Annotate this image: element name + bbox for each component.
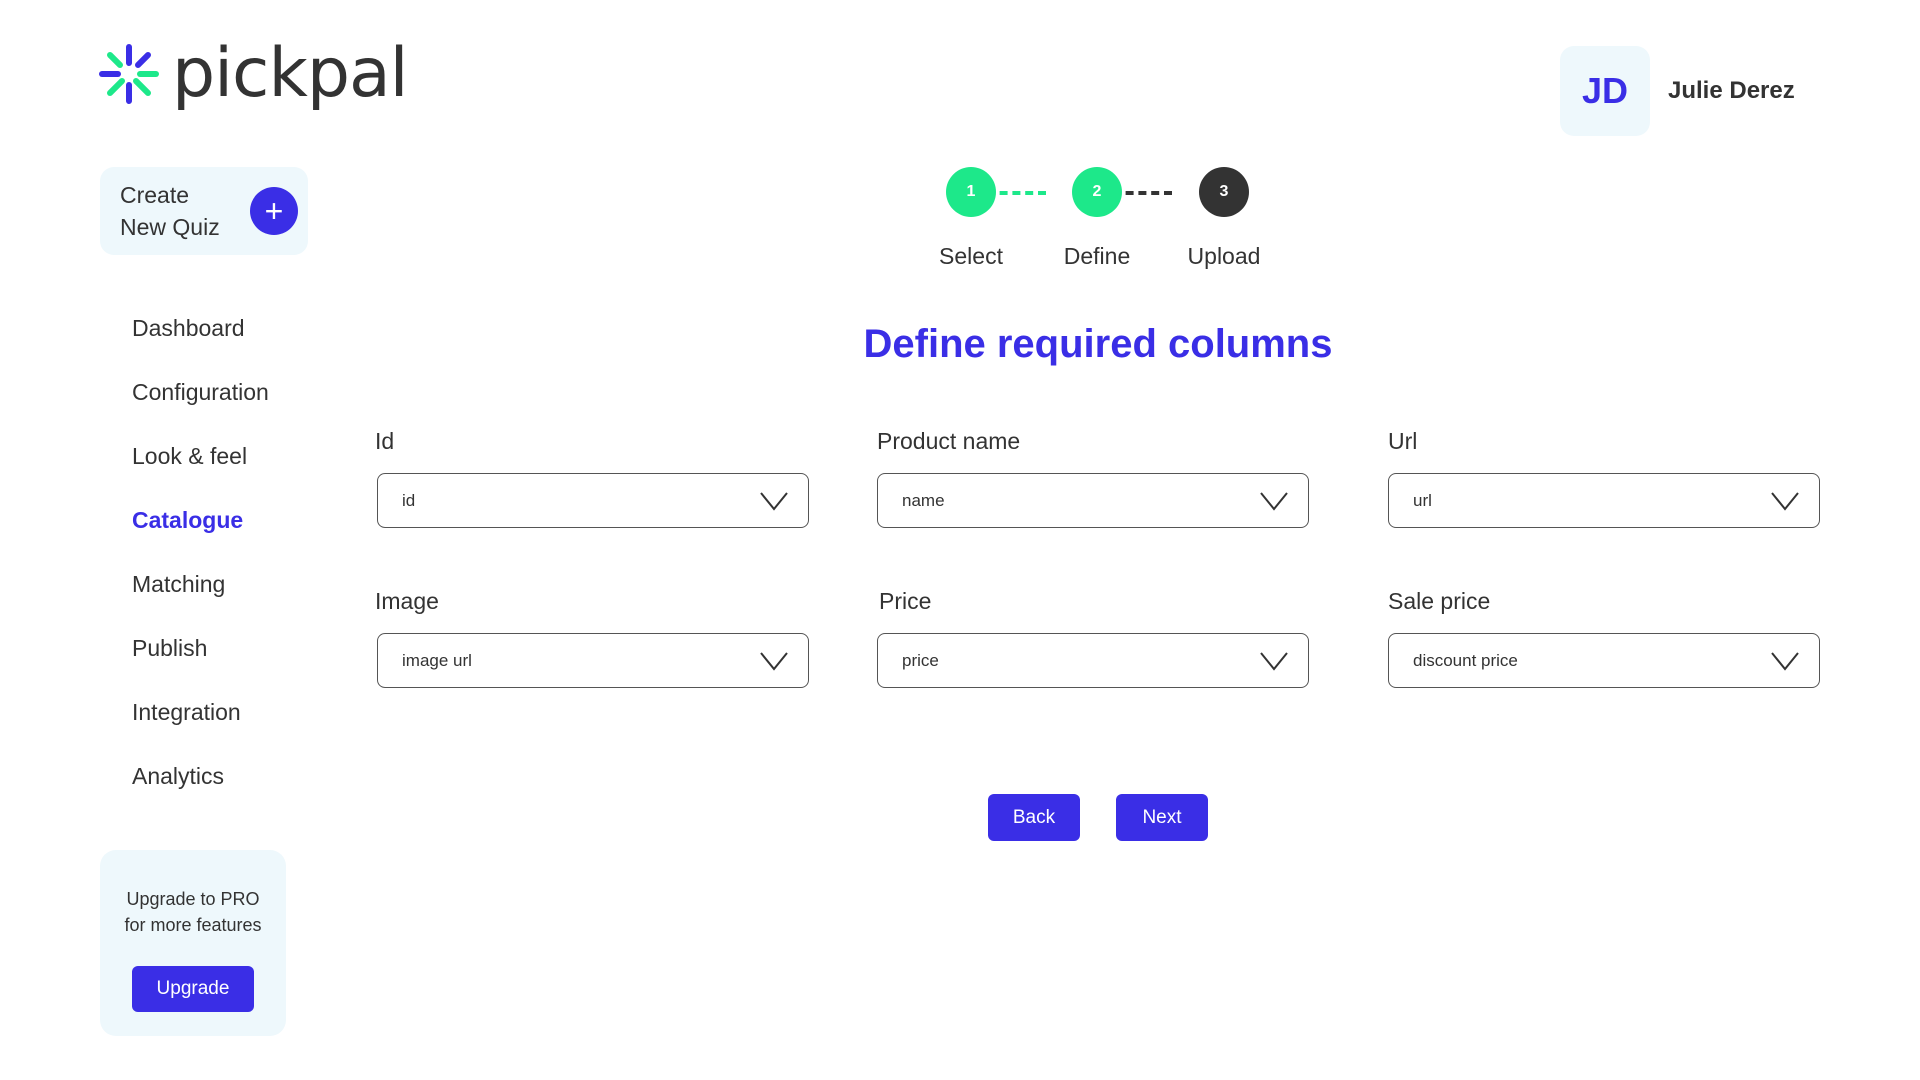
sidebar-item-look-and-feel[interactable]: Look & feel (132, 424, 269, 488)
sidebar-nav: Dashboard Configuration Look & feel Cata… (132, 296, 269, 808)
step-3-label: Upload (1187, 243, 1261, 269)
image-column-select[interactable]: image url (377, 633, 809, 688)
step-3-circle[interactable]: 3 (1199, 167, 1249, 217)
page-title: Define required columns (863, 322, 1333, 366)
url-column-value: url (1413, 490, 1432, 510)
field-price-label: Price (879, 588, 932, 614)
url-column-select[interactable]: url (1388, 473, 1820, 528)
field-url-label: Url (1388, 428, 1418, 454)
field-id-label: Id (375, 428, 395, 454)
user-profile[interactable]: JD Julie Derez (1560, 46, 1795, 136)
price-column-value: price (902, 650, 939, 670)
field-image: Image image url (375, 588, 809, 688)
sidebar-item-catalogue[interactable]: Catalogue (132, 488, 269, 552)
price-column-select[interactable]: price (877, 633, 1309, 688)
page: pickpal JD Julie Derez Create New Quiz +… (0, 0, 1920, 1080)
product-name-column-select[interactable]: name (877, 473, 1309, 528)
upgrade-card: Upgrade to PRO for more features Upgrade (100, 850, 286, 1036)
upgrade-button[interactable]: Upgrade (132, 966, 254, 1012)
field-product-name: Product name name (877, 428, 1309, 528)
plus-icon: + (264, 193, 284, 229)
chevron-down-icon (760, 491, 788, 511)
sale-price-column-select[interactable]: discount price (1388, 633, 1820, 688)
field-sale-price-label: Sale price (1388, 588, 1491, 614)
sidebar-item-publish[interactable]: Publish (132, 616, 269, 680)
field-url: Url url (1388, 428, 1820, 528)
step-2-label: Define (1063, 243, 1131, 269)
create-new-quiz-card[interactable]: Create New Quiz + (100, 167, 308, 255)
next-button[interactable]: Next (1116, 794, 1208, 841)
field-sale-price: Sale price discount price (1388, 588, 1820, 688)
image-column-value: image url (402, 650, 472, 670)
id-column-select[interactable]: id (377, 473, 809, 528)
chevron-down-icon (760, 651, 788, 671)
field-product-name-label: Product name (877, 428, 1021, 454)
sale-price-column-value: discount price (1413, 650, 1518, 670)
field-price: Price price (877, 588, 1309, 688)
create-new-quiz-button[interactable]: + (250, 187, 298, 235)
avatar[interactable]: JD (1560, 46, 1650, 136)
brand-name: pickpal (172, 34, 409, 113)
sidebar-item-matching[interactable]: Matching (132, 552, 269, 616)
chevron-down-icon (1260, 651, 1288, 671)
sidebar-item-integration[interactable]: Integration (132, 680, 269, 744)
product-name-column-value: name (902, 490, 945, 510)
user-name: Julie Derez (1668, 77, 1795, 104)
chevron-down-icon (1260, 491, 1288, 511)
back-button[interactable]: Back (988, 794, 1080, 841)
sidebar-item-analytics[interactable]: Analytics (132, 744, 269, 808)
sidebar-item-configuration[interactable]: Configuration (132, 360, 269, 424)
chevron-down-icon (1771, 651, 1799, 671)
sparkle-logo-icon (99, 44, 159, 104)
progress-stepper: 1 2 3 Select Define Upload (920, 167, 1340, 277)
brand-logo[interactable]: pickpal (98, 34, 409, 113)
create-new-quiz-label: Create New Quiz (120, 182, 220, 240)
upgrade-text: Upgrade to PRO for more features (124, 889, 262, 935)
step-2-circle[interactable]: 2 (1072, 167, 1122, 217)
chevron-down-icon (1771, 491, 1799, 511)
step-1-circle[interactable]: 1 (946, 167, 996, 217)
field-id: Id id (375, 428, 809, 528)
field-image-label: Image (375, 588, 439, 614)
step-1-label: Select (939, 243, 1003, 269)
id-column-value: id (402, 490, 416, 510)
